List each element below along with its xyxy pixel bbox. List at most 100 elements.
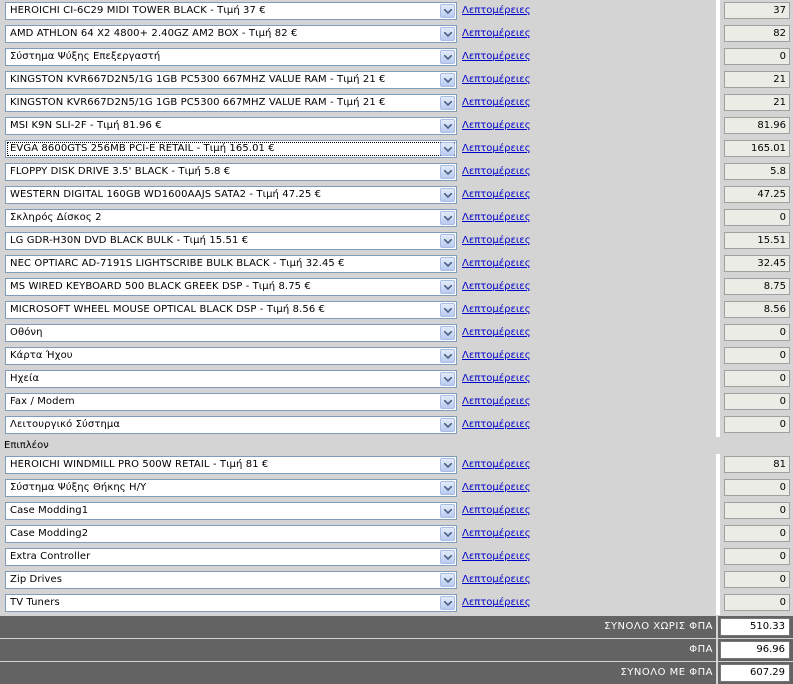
component-select-value: WESTERN DIGITAL 160GB WD1600AAJS SATA2 -… bbox=[10, 189, 322, 200]
price-field: 82 bbox=[724, 25, 790, 42]
details-link[interactable]: Λεπτομέρειες bbox=[462, 189, 531, 200]
details-link[interactable]: Λεπτομέρειες bbox=[462, 5, 531, 16]
component-select[interactable]: TV Tuners bbox=[5, 594, 457, 612]
component-select-value: MSI K9N SLI-2F - Τιμή 81.96 € bbox=[10, 120, 162, 131]
details-link[interactable]: Λεπτομέρειες bbox=[462, 28, 531, 39]
component-select[interactable]: Case Modding2 bbox=[5, 525, 457, 543]
component-select[interactable]: KINGSTON KVR667D2N5/1G 1GB PC5300 667MHZ… bbox=[5, 94, 457, 112]
chevron-down-icon[interactable] bbox=[440, 165, 455, 179]
details-link[interactable]: Λεπτομέρειες bbox=[462, 51, 531, 62]
chevron-down-icon[interactable] bbox=[440, 257, 455, 271]
chevron-down-icon[interactable] bbox=[440, 119, 455, 133]
component-select[interactable]: Case Modding1 bbox=[5, 502, 457, 520]
chevron-down-icon[interactable] bbox=[440, 349, 455, 363]
details-link[interactable]: Λεπτομέρειες bbox=[462, 212, 531, 223]
details-link[interactable]: Λεπτομέρειες bbox=[462, 574, 531, 585]
component-select[interactable]: MS WIRED KEYBOARD 500 BLACK GREEK DSP - … bbox=[5, 278, 457, 296]
component-row: HEROICHI WINDMILL PRO 500W RETAIL - Τιμή… bbox=[0, 454, 793, 477]
component-row: LG GDR-H30N DVD BLACK BULK - Τιμή 15.51 … bbox=[0, 230, 793, 253]
details-link[interactable]: Λεπτομέρειες bbox=[462, 281, 531, 292]
chevron-down-icon[interactable] bbox=[440, 4, 455, 18]
component-select[interactable]: KINGSTON KVR667D2N5/1G 1GB PC5300 667MHZ… bbox=[5, 71, 457, 89]
chevron-down-icon[interactable] bbox=[440, 481, 455, 495]
chevron-down-icon[interactable] bbox=[440, 188, 455, 202]
details-link[interactable]: Λεπτομέρειες bbox=[462, 373, 531, 384]
details-link[interactable]: Λεπτομέρειες bbox=[462, 327, 531, 338]
details-link[interactable]: Λεπτομέρειες bbox=[462, 304, 531, 315]
component-select[interactable]: NEC OPTIARC AD-7191S LIGHTSCRIBE BULK BL… bbox=[5, 255, 457, 273]
component-select[interactable]: Zip Drives bbox=[5, 571, 457, 589]
chevron-down-icon[interactable] bbox=[440, 280, 455, 294]
component-select-value: KINGSTON KVR667D2N5/1G 1GB PC5300 667MHZ… bbox=[10, 74, 386, 85]
column-divider bbox=[716, 230, 720, 253]
details-link[interactable]: Λεπτομέρειες bbox=[462, 258, 531, 269]
component-select[interactable]: FLOPPY DISK DRIVE 3.5' BLACK - Τιμή 5.8 … bbox=[5, 163, 457, 181]
component-select[interactable]: MICROSOFT WHEEL MOUSE OPTICAL BLACK DSP … bbox=[5, 301, 457, 319]
chevron-down-icon[interactable] bbox=[440, 27, 455, 41]
chevron-down-icon[interactable] bbox=[440, 234, 455, 248]
component-row: MICROSOFT WHEEL MOUSE OPTICAL BLACK DSP … bbox=[0, 299, 793, 322]
price-field: 0 bbox=[724, 370, 790, 387]
chevron-down-icon[interactable] bbox=[440, 596, 455, 610]
chevron-down-icon[interactable] bbox=[440, 326, 455, 340]
component-select[interactable]: Κάρτα Ήχου bbox=[5, 347, 457, 365]
component-select[interactable]: HEROICHI WINDMILL PRO 500W RETAIL - Τιμή… bbox=[5, 456, 457, 474]
component-select[interactable]: Οθόνη bbox=[5, 324, 457, 342]
details-link[interactable]: Λεπτομέρειες bbox=[462, 419, 531, 430]
component-select[interactable]: Σύστημα Ψύξης Θήκης Η/Υ bbox=[5, 479, 457, 497]
column-divider bbox=[716, 115, 720, 138]
chevron-down-icon[interactable] bbox=[440, 550, 455, 564]
component-select[interactable]: MSI K9N SLI-2F - Τιμή 81.96 € bbox=[5, 117, 457, 135]
chevron-down-icon[interactable] bbox=[440, 458, 455, 472]
component-select[interactable]: Λειτουργικό Σύστημα bbox=[5, 416, 457, 434]
details-link[interactable]: Λεπτομέρειες bbox=[462, 235, 531, 246]
price-field: 0 bbox=[724, 416, 790, 433]
details-link[interactable]: Λεπτομέρειες bbox=[462, 396, 531, 407]
chevron-down-icon[interactable] bbox=[440, 96, 455, 110]
component-select[interactable]: EVGA 8600GTS 256MB PCI-E RETAIL - Τιμή 1… bbox=[5, 140, 457, 158]
component-select[interactable]: WESTERN DIGITAL 160GB WD1600AAJS SATA2 -… bbox=[5, 186, 457, 204]
details-link[interactable]: Λεπτομέρειες bbox=[462, 74, 531, 85]
details-link[interactable]: Λεπτομέρειες bbox=[462, 166, 531, 177]
component-row: Case Modding1 Λεπτομέρειες 0 bbox=[0, 500, 793, 523]
component-select[interactable]: Σκληρός Δίσκος 2 bbox=[5, 209, 457, 227]
details-link[interactable]: Λεπτομέρειες bbox=[462, 459, 531, 470]
chevron-down-icon[interactable] bbox=[440, 142, 455, 156]
chevron-down-icon[interactable] bbox=[440, 395, 455, 409]
component-select[interactable]: HEROICHI CI-6C29 MIDI TOWER BLACK - Τιμή… bbox=[5, 2, 457, 20]
chevron-down-icon[interactable] bbox=[440, 504, 455, 518]
details-link[interactable]: Λεπτομέρειες bbox=[462, 482, 531, 493]
component-select-value: HEROICHI WINDMILL PRO 500W RETAIL - Τιμή… bbox=[10, 459, 269, 470]
component-row: MSI K9N SLI-2F - Τιμή 81.96 € Λεπτομέρειε… bbox=[0, 115, 793, 138]
details-link[interactable]: Λεπτομέρειες bbox=[462, 143, 531, 154]
details-link[interactable]: Λεπτομέρειες bbox=[462, 97, 531, 108]
price-field: 0 bbox=[724, 347, 790, 364]
chevron-down-icon[interactable] bbox=[440, 372, 455, 386]
column-divider bbox=[716, 391, 720, 414]
extras-section-header: Επιπλέον bbox=[0, 437, 793, 454]
details-link[interactable]: Λεπτομέρειες bbox=[462, 551, 531, 562]
total-row: ΦΠΑ 96.96 bbox=[0, 639, 793, 661]
chevron-down-icon[interactable] bbox=[440, 573, 455, 587]
details-link[interactable]: Λεπτομέρειες bbox=[462, 505, 531, 516]
component-row: Ηχεία Λεπτομέρειες 0 bbox=[0, 368, 793, 391]
component-select[interactable]: Extra Controller bbox=[5, 548, 457, 566]
chevron-down-icon[interactable] bbox=[440, 418, 455, 432]
details-link[interactable]: Λεπτομέρειες bbox=[462, 597, 531, 608]
chevron-down-icon[interactable] bbox=[440, 73, 455, 87]
chevron-down-icon[interactable] bbox=[440, 303, 455, 317]
component-select[interactable]: Σύστημα Ψύξης Επεξεργαστή bbox=[5, 48, 457, 66]
component-select-value: Κάρτα Ήχου bbox=[10, 350, 73, 361]
details-link[interactable]: Λεπτομέρειες bbox=[462, 350, 531, 361]
details-link[interactable]: Λεπτομέρειες bbox=[462, 120, 531, 131]
chevron-down-icon[interactable] bbox=[440, 527, 455, 541]
component-select[interactable]: Fax / Modem bbox=[5, 393, 457, 411]
column-divider bbox=[716, 299, 720, 322]
component-select[interactable]: LG GDR-H30N DVD BLACK BULK - Τιμή 15.51 … bbox=[5, 232, 457, 250]
chevron-down-icon[interactable] bbox=[440, 211, 455, 225]
component-select[interactable]: AMD ATHLON 64 X2 4800+ 2.40GZ AM2 BOX - … bbox=[5, 25, 457, 43]
component-select[interactable]: Ηχεία bbox=[5, 370, 457, 388]
details-link[interactable]: Λεπτομέρειες bbox=[462, 528, 531, 539]
column-divider bbox=[716, 322, 720, 345]
chevron-down-icon[interactable] bbox=[440, 50, 455, 64]
